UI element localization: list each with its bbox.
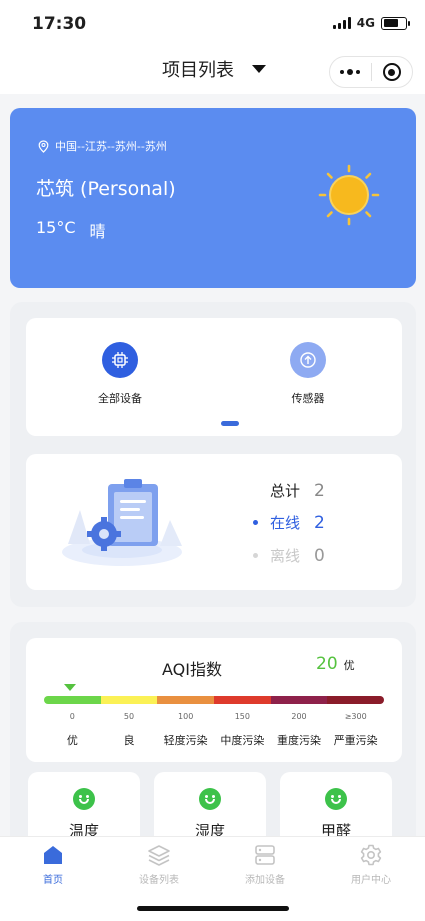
tab-device-list-label: 设备列表 [139, 875, 179, 886]
weather-info: 15°C 晴 [36, 218, 106, 242]
sensors-label: 传感器 [291, 392, 325, 405]
layers-icon [148, 845, 170, 866]
offline-label: 离线 [270, 547, 301, 565]
aqi-segment-light [157, 696, 215, 704]
status-icons: 4G [332, 16, 410, 30]
device-section: 全部设备 传感器 总计 2 在线 2 离线 0 [10, 302, 416, 607]
aqi-scale-bar [44, 696, 384, 704]
sensors-button[interactable]: 传感器 [258, 342, 358, 406]
aqi-level-label: 中度污染 [220, 734, 265, 747]
online-dot [253, 520, 258, 525]
aqi-pointer-icon [64, 684, 76, 691]
aqi-card: AQI指数 20 优 0 50 100 150 200 ≥300 优 良 轻度污… [26, 638, 402, 762]
aqi-tick: 50 [123, 712, 135, 721]
aqi-levels: 优 良 轻度污染 中度污染 重度污染 严重污染 [44, 732, 384, 748]
more-dots-icon [340, 69, 361, 75]
smile-icon [199, 788, 221, 810]
stat-total: 总计 2 [270, 480, 325, 501]
caret-down-icon [252, 65, 266, 73]
sensor-name: 温度 [68, 822, 99, 836]
aqi-tick: 100 [178, 712, 194, 721]
aqi-tick: 150 [234, 712, 250, 721]
sensor-card-formaldehyde[interactable]: 甲醛 [280, 772, 392, 836]
offline-dot [253, 553, 258, 558]
tab-add-device[interactable]: 添加设备 [225, 843, 305, 886]
aqi-tick: 200 [291, 712, 307, 721]
chip-icon [102, 342, 138, 378]
aqi-segment-good [100, 696, 158, 704]
home-icon [44, 846, 62, 864]
page-content: 中国--江苏--苏州--苏州 芯筑 (Personal) 15°C 晴 全部设备… [0, 94, 425, 836]
weather-card: 中国--江苏--苏州--苏州 芯筑 (Personal) 15°C 晴 [10, 108, 416, 288]
aqi-segment-severe [327, 696, 384, 704]
close-mini-program-button[interactable] [371, 57, 412, 87]
network-label: 4G [356, 16, 375, 30]
project-name: 芯筑 (Personal) [36, 178, 176, 200]
signal-icon [332, 17, 351, 29]
gear-icon [360, 844, 382, 866]
tab-add-device-label: 添加设备 [245, 875, 285, 886]
aqi-level-label: 优 [66, 734, 78, 747]
aqi-tick: 0 [69, 712, 75, 721]
aqi-level-label: 轻度污染 [163, 734, 208, 747]
stat-online: 在线 2 [253, 512, 325, 533]
smile-icon [73, 788, 95, 810]
tab-user-center-label: 用户中心 [351, 875, 391, 886]
aqi-grade: 优 [343, 659, 355, 672]
tab-user-center[interactable]: 用户中心 [331, 843, 411, 886]
aqi-level-label: 重度污染 [277, 734, 322, 747]
temperature: 15°C [36, 218, 76, 237]
device-category-card: 全部设备 传感器 [26, 318, 402, 436]
online-label: 在线 [270, 514, 301, 532]
aqi-segment-heavy [270, 696, 328, 704]
total-label: 总计 [270, 482, 301, 500]
aqi-reading: 20 优 [316, 654, 355, 674]
environment-section: AQI指数 20 优 0 50 100 150 200 ≥300 优 良 轻度污… [10, 622, 416, 836]
mini-program-capsule [329, 56, 413, 88]
aqi-tick: ≥300 [344, 712, 367, 721]
clipboard-gear-illustration [62, 479, 182, 566]
home-indicator [137, 906, 289, 911]
project-list-dropdown[interactable]: 项目列表 [162, 56, 266, 82]
status-time: 17:30 [32, 14, 87, 34]
location-pin-icon [38, 139, 49, 153]
battery-level [383, 19, 399, 27]
stat-offline: 离线 0 [253, 545, 325, 566]
device-stats-card: 总计 2 在线 2 离线 0 [26, 454, 402, 590]
sensor-card-humidity[interactable]: 湿度 [154, 772, 266, 836]
more-button[interactable] [330, 57, 371, 87]
location: 中国--江苏--苏州--苏州 [38, 138, 167, 154]
target-icon [382, 63, 401, 81]
nav-title: 项目列表 [162, 60, 234, 81]
all-devices-button[interactable]: 全部设备 [70, 342, 170, 406]
sun-icon [318, 164, 380, 226]
sensor-card-temperature[interactable]: 温度 [28, 772, 140, 836]
tab-home[interactable]: 首页 [13, 843, 93, 886]
upload-circle-icon [290, 342, 326, 378]
aqi-segment-moderate [214, 696, 271, 704]
page-indicator [221, 421, 239, 426]
sensor-name: 湿度 [194, 822, 225, 836]
server-icon [255, 845, 275, 865]
aqi-ticks: 0 50 100 150 200 ≥300 [44, 712, 384, 721]
tab-device-list[interactable]: 设备列表 [119, 843, 199, 886]
tab-home-label: 首页 [43, 875, 63, 886]
battery-icon [381, 16, 410, 30]
weather-condition: 晴 [89, 222, 106, 241]
aqi-segment-excellent [44, 696, 101, 704]
aqi-value: 20 [316, 654, 338, 674]
aqi-level-label: 严重污染 [333, 734, 378, 747]
aqi-level-label: 良 [123, 734, 135, 747]
online-value: 2 [314, 512, 325, 533]
all-devices-label: 全部设备 [98, 392, 142, 405]
status-bar: 17:30 4G [0, 0, 425, 46]
offline-value: 0 [314, 545, 325, 566]
nav-bar: 项目列表 [0, 46, 425, 94]
sensor-name: 甲醛 [320, 822, 351, 836]
location-text: 中国--江苏--苏州--苏州 [55, 140, 167, 153]
total-value: 2 [314, 480, 325, 501]
smile-icon [325, 788, 347, 810]
aqi-title: AQI指数 [162, 660, 222, 679]
